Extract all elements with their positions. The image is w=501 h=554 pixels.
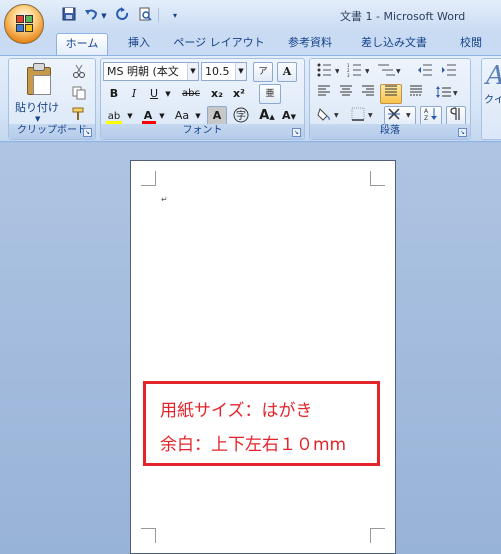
customize-icon[interactable]: ▾ [166, 7, 184, 25]
highlight-icon[interactable]: ab [103, 106, 125, 126]
chevron-down-icon[interactable]: ▼ [125, 106, 135, 126]
multilevel-list-icon[interactable]: ▼ [374, 62, 404, 82]
annotation-paper-size: 用紙サイズ：はがき [160, 401, 313, 421]
format-painter-icon[interactable] [69, 106, 89, 126]
margin-corner-bottom-right [370, 528, 385, 543]
quick-styles-label: クイック スタイル [484, 95, 501, 106]
title-bar: ▼ ▾ 文書 1 - Microsoft Word [0, 0, 501, 32]
office-button[interactable] [4, 4, 44, 44]
numbering-icon[interactable]: 1 2 3 ▼ [344, 62, 372, 82]
chevron-down-icon[interactable]: ▼ [163, 84, 173, 104]
svg-text:Z: Z [424, 115, 428, 121]
decrease-indent-icon[interactable] [414, 62, 436, 82]
svg-text:▼: ▼ [406, 112, 411, 119]
asian-layout-icon[interactable]: ▼ [384, 106, 416, 126]
clipboard-launcher-icon[interactable]: ↘ [83, 128, 92, 137]
align-right-icon[interactable] [358, 84, 378, 104]
font-name-combo[interactable]: MS 明朝 (本文 ▼ [103, 62, 199, 81]
svg-text:3: 3 [347, 73, 350, 77]
ribbon-tabs: ホーム 挿入 ページ レイアウト 参考資料 差し込み文書 校閲 [0, 32, 501, 55]
svg-text:▼: ▼ [368, 112, 373, 119]
document-area[interactable]: ↵ [0, 143, 501, 554]
paragraph-group: ▼ 1 2 3 ▼ ▼ ▼ ▼ ▼ ▼ A Z 段落 ↘ [309, 58, 471, 140]
bold-button[interactable]: B [105, 84, 123, 104]
undo-dropdown-icon[interactable]: ▼ [100, 7, 108, 25]
styles-group[interactable]: A クイック スタイル [481, 58, 501, 140]
chevron-down-icon[interactable]: ▼ [157, 106, 167, 126]
svg-text:▼: ▼ [335, 68, 339, 75]
svg-text:▼: ▼ [334, 112, 339, 119]
svg-text:▼: ▼ [396, 68, 401, 75]
margin-corner-top-right [370, 171, 385, 186]
redo-icon[interactable] [114, 7, 132, 25]
line-spacing-icon[interactable]: ▼ [432, 84, 462, 104]
tab-page-layout[interactable]: ページ レイアウト [170, 33, 268, 55]
font-group: MS 明朝 (本文 ▼ 10.5 ▼ ア A B I U ▼ abc x₂ x²… [100, 58, 305, 140]
margin-corner-bottom-left [141, 528, 156, 543]
paste-dropdown-icon[interactable]: ▼ [35, 115, 40, 123]
annotation-box: 用紙サイズ：はがき 余白：上下左右１０mm [143, 381, 380, 466]
print-preview-icon[interactable] [136, 7, 154, 25]
window-title: 文書 1 - Microsoft Word [340, 10, 466, 23]
strikethrough-button[interactable]: abc [177, 84, 205, 104]
superscript-button[interactable]: x² [229, 84, 249, 104]
show-formatting-icon[interactable] [446, 106, 466, 126]
svg-text:字: 字 [236, 109, 246, 122]
paste-button[interactable]: 貼り付け [15, 99, 59, 115]
save-icon[interactable] [60, 7, 78, 25]
clear-formatting-icon[interactable]: ア [253, 62, 273, 82]
copy-icon[interactable] [69, 85, 89, 105]
distributed-icon[interactable] [406, 84, 426, 104]
tab-mailings[interactable]: 差し込み文書 [352, 33, 436, 55]
font-size-value: 10.5 [205, 65, 230, 78]
enclose-characters-icon[interactable]: 字 [231, 106, 251, 126]
chevron-down-icon[interactable]: ▼ [235, 63, 246, 80]
paste-icon[interactable] [25, 63, 55, 97]
tab-review[interactable]: 校閲 [446, 33, 496, 55]
font-group-label: フォント [101, 124, 304, 139]
document-page[interactable]: ↵ [130, 160, 396, 554]
font-name-value: MS 明朝 (本文 [107, 65, 179, 78]
office-logo-icon [16, 15, 34, 33]
svg-text:▼: ▼ [365, 68, 369, 75]
font-color-icon[interactable]: A [139, 106, 157, 126]
ribbon: 貼り付け ▼ クリップボード ↘ MS 明朝 (本文 ▼ 10.5 ▼ ア A … [0, 55, 501, 142]
paragraph-mark-icon: ↵ [161, 195, 168, 204]
annotation-margins: 余白：上下左右１０mm [160, 435, 347, 455]
borders-icon[interactable]: ▼ [348, 106, 378, 126]
italic-button[interactable]: I [125, 84, 143, 104]
font-size-combo[interactable]: 10.5 ▼ [201, 62, 247, 81]
font-launcher-icon[interactable]: ↘ [292, 128, 301, 137]
chevron-down-icon[interactable]: ▼ [193, 106, 203, 126]
change-case-button[interactable]: Aa [171, 106, 193, 126]
align-left-icon[interactable] [314, 84, 334, 104]
bullets-icon[interactable]: ▼ [314, 62, 342, 82]
margin-corner-top-left [141, 171, 156, 186]
svg-text:▼: ▼ [453, 90, 458, 97]
tab-home[interactable]: ホーム [56, 33, 108, 55]
tab-references[interactable]: 参考資料 [278, 33, 342, 55]
shading-icon[interactable]: ▼ [314, 106, 344, 126]
chevron-down-icon[interactable]: ▼ [187, 63, 198, 80]
justify-icon[interactable] [380, 84, 402, 104]
increase-indent-icon[interactable] [438, 62, 460, 82]
subscript-button[interactable]: x₂ [207, 84, 227, 104]
shrink-font-button[interactable]: A▼ [279, 106, 299, 126]
quick-styles-icon: A [486, 61, 501, 91]
tab-insert[interactable]: 挿入 [118, 33, 160, 55]
clipboard-group: 貼り付け ▼ クリップボード ↘ [8, 58, 96, 140]
phonetic-guide-icon[interactable]: 亜 [259, 84, 281, 104]
character-shading-icon[interactable]: A [207, 106, 227, 126]
paragraph-group-label: 段落 [310, 124, 470, 139]
cut-icon[interactable] [69, 63, 89, 83]
sort-icon[interactable]: AZ [420, 106, 442, 126]
character-border-icon[interactable]: A [277, 62, 297, 82]
undo-icon[interactable] [82, 7, 100, 25]
underline-button[interactable]: U [145, 84, 163, 104]
paragraph-launcher-icon[interactable]: ↘ [458, 128, 467, 137]
align-center-icon[interactable] [336, 84, 356, 104]
grow-font-button[interactable]: A▲ [257, 106, 277, 126]
svg-text:A: A [424, 108, 429, 115]
quick-access-separator [158, 8, 159, 22]
